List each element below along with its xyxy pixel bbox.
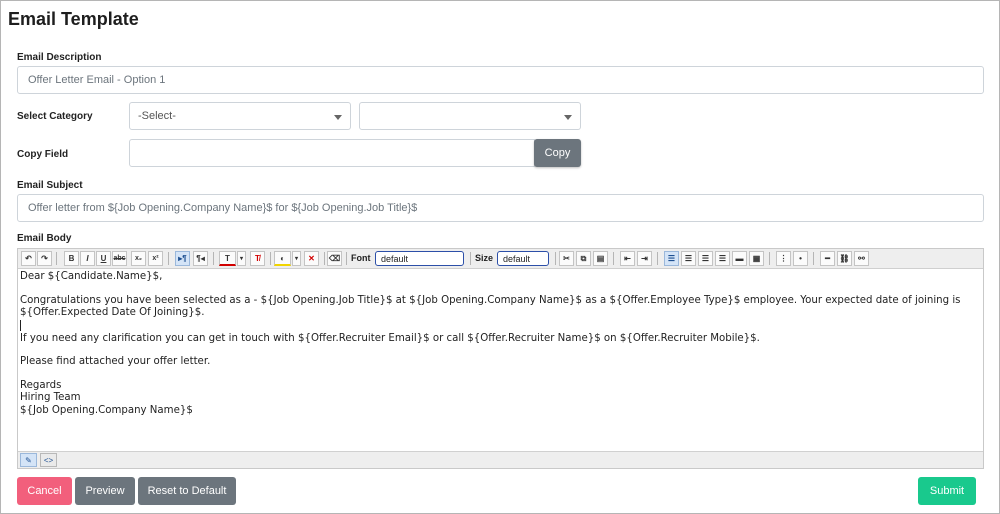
editor-line: If you need any clarification you can ge… xyxy=(20,332,760,344)
link-icon[interactable]: ⛓ xyxy=(837,251,852,266)
paste-icon[interactable]: ▤ xyxy=(593,251,608,266)
submit-button[interactable]: Submit xyxy=(918,477,976,505)
highlight-icon[interactable]: ◐ xyxy=(274,251,291,266)
copy-field-input[interactable] xyxy=(129,139,535,167)
cancel-button[interactable]: Cancel xyxy=(17,477,72,505)
remove-highlight-icon[interactable]: ✕ xyxy=(304,251,319,266)
toolbar-divider xyxy=(657,252,658,265)
rtl-icon[interactable]: ¶◂ xyxy=(193,251,208,266)
subcategory-select[interactable] xyxy=(359,102,581,130)
horizontal-rule-icon[interactable]: ━ xyxy=(820,251,835,266)
toolbar-divider xyxy=(613,252,614,265)
description-label: Email Description xyxy=(17,52,102,63)
editor-toolbar: ↶ ↷ B I U abc x₂ x² ▸¶ ¶◂ T ▾ T̸ ◐ ▾ ✕ ⌫… xyxy=(18,249,983,269)
toolbar-divider xyxy=(555,252,556,265)
category-label: Select Category xyxy=(17,111,93,122)
editor-mode-bar: ✎ <> xyxy=(18,451,983,468)
editor-line: Hiring Team xyxy=(20,392,81,403)
superscript-icon[interactable]: x² xyxy=(148,251,163,266)
align-center-icon[interactable]: ☰ xyxy=(698,251,713,266)
editor-line: Dear ${Candidate.Name}$, xyxy=(20,271,163,282)
align-left-icon[interactable]: ☰ xyxy=(664,251,679,266)
outdent-icon[interactable]: ⇤ xyxy=(620,251,635,266)
copy-field-label: Copy Field xyxy=(17,149,69,160)
toolbar-divider xyxy=(270,252,271,265)
chevron-down-icon xyxy=(564,115,572,120)
text-color-icon[interactable]: T xyxy=(219,251,236,266)
align-right-icon[interactable]: ☰ xyxy=(715,251,730,266)
toolbar-divider xyxy=(213,252,214,265)
reset-to-default-button[interactable]: Reset to Default xyxy=(138,477,236,505)
undo-icon[interactable]: ↶ xyxy=(21,251,36,266)
editor-line: Regards xyxy=(20,379,62,391)
align-justify-icon[interactable]: ▬ xyxy=(732,251,747,266)
align-left-text-icon[interactable]: ☰ xyxy=(681,251,696,266)
indent-icon[interactable]: ⇥ xyxy=(637,251,652,266)
bulleted-list-icon[interactable]: • xyxy=(793,251,808,266)
body-label: Email Body xyxy=(17,233,72,244)
toolbar-divider xyxy=(324,252,325,265)
category-select-value: -Select- xyxy=(138,110,176,122)
chevron-down-icon[interactable]: ▾ xyxy=(237,251,246,266)
subject-input[interactable]: Offer letter from ${Job Opening.Company … xyxy=(17,194,984,222)
copy-button[interactable]: Copy xyxy=(534,139,581,167)
unlink-icon[interactable]: ⚯ xyxy=(854,251,869,266)
text-cursor xyxy=(20,319,21,331)
editor-line: Please find attached your offer letter. xyxy=(20,356,211,367)
design-mode-icon[interactable]: ✎ xyxy=(20,453,37,467)
page-title: Email Template xyxy=(8,9,139,29)
editor-line: ${Offer.Expected Date Of Joining}$. xyxy=(20,307,205,318)
html-mode-icon[interactable]: <> xyxy=(40,453,57,467)
description-input[interactable]: Offer Letter Email - Option 1 xyxy=(17,66,984,94)
redo-icon[interactable]: ↷ xyxy=(37,251,52,266)
numbered-list-icon[interactable]: ⋮ xyxy=(776,251,791,266)
toolbar-divider xyxy=(168,252,169,265)
font-label: Font xyxy=(351,253,371,263)
strikethrough-icon[interactable]: abc xyxy=(112,251,127,266)
italic-icon[interactable]: I xyxy=(80,251,95,266)
toolbar-divider xyxy=(769,252,770,265)
subject-label: Email Subject xyxy=(17,180,83,191)
ltr-icon[interactable]: ▸¶ xyxy=(175,251,190,266)
chevron-down-icon[interactable]: ▾ xyxy=(292,251,301,266)
font-select[interactable]: default xyxy=(375,251,464,266)
editor-line: ${Job Opening.Company Name}$ xyxy=(20,404,193,416)
bold-icon[interactable]: B xyxy=(64,251,79,266)
remove-format-icon[interactable]: T̸ xyxy=(250,251,265,266)
toolbar-divider xyxy=(813,252,814,265)
editor-content[interactable]: Dear ${Candidate.Name}$, Congratulations… xyxy=(18,269,983,453)
rich-text-editor: ↶ ↷ B I U abc x₂ x² ▸¶ ¶◂ T ▾ T̸ ◐ ▾ ✕ ⌫… xyxy=(17,248,984,469)
cut-icon[interactable]: ✂ xyxy=(559,251,574,266)
size-select[interactable]: default xyxy=(497,251,549,266)
chevron-down-icon xyxy=(334,115,342,120)
eraser-icon[interactable]: ⌫ xyxy=(327,251,342,266)
size-label: Size xyxy=(475,253,494,263)
subscript-icon[interactable]: x₂ xyxy=(131,251,146,266)
preview-button[interactable]: Preview xyxy=(75,477,135,505)
table-icon[interactable]: ▦ xyxy=(749,251,764,266)
toolbar-divider xyxy=(346,252,347,265)
toolbar-divider xyxy=(470,252,471,265)
category-select[interactable]: -Select- xyxy=(129,102,351,130)
editor-line: Congratulations you have been selected a… xyxy=(20,294,961,306)
underline-icon[interactable]: U xyxy=(96,251,111,266)
toolbar-divider xyxy=(56,252,57,265)
copy-icon[interactable]: ⧉ xyxy=(576,251,591,266)
